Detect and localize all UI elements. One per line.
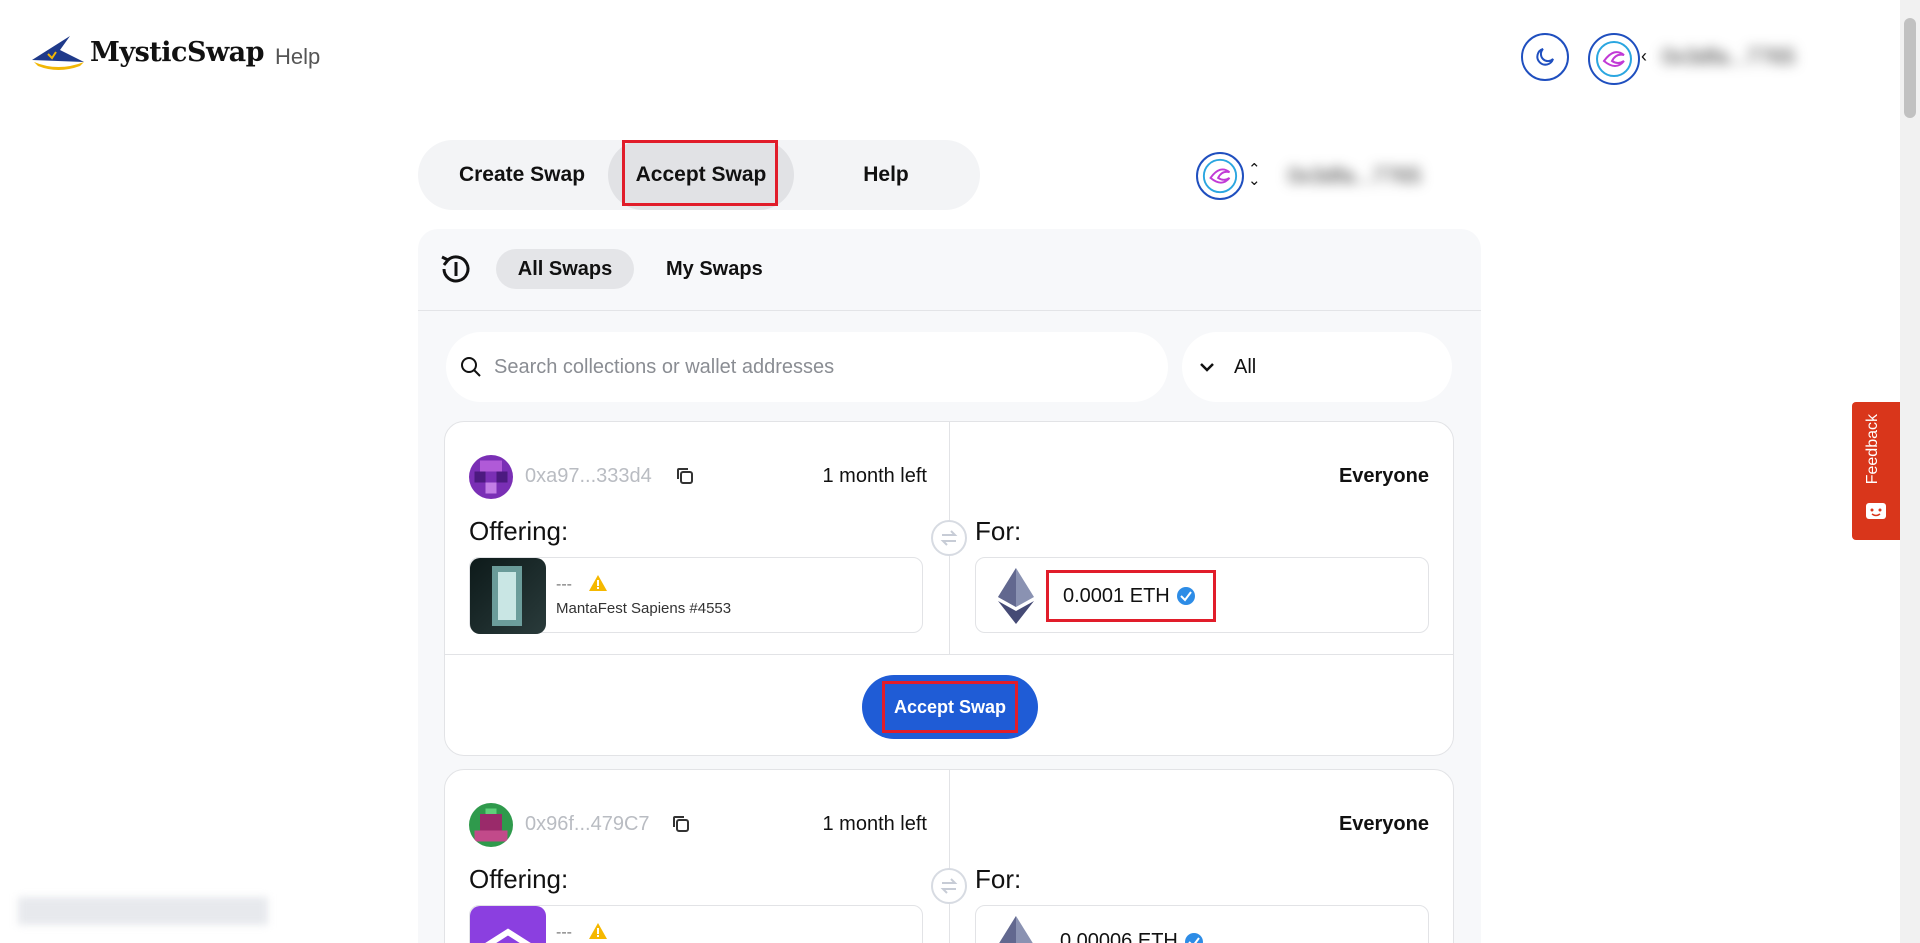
swaps-subbar: All Swaps My Swaps	[418, 229, 1481, 311]
accept-swap-button[interactable]: Accept Swap	[862, 675, 1038, 739]
scrollbar[interactable]	[1900, 0, 1920, 943]
theme-toggle-button[interactable]	[1521, 33, 1569, 81]
nft-thumbnail	[470, 558, 546, 634]
ethereum-icon	[999, 916, 1033, 943]
filter-value: All	[1234, 355, 1257, 378]
nft-name: MantaFest Sapiens #4553	[556, 600, 732, 617]
tab-help[interactable]: Help	[806, 140, 966, 210]
warning-icon	[589, 575, 607, 591]
swap-audience: Everyone	[1338, 813, 1429, 835]
divider	[949, 770, 950, 943]
highlight-box	[622, 140, 778, 206]
swap-card: 0x96f...479C7 1 month left Everyone Offe…	[444, 769, 1454, 943]
requested-token: 0.00006 ETH	[975, 905, 1429, 943]
tab-accept-swap[interactable]: Accept Swap	[608, 140, 794, 210]
feedback-button[interactable]: Feedback	[1852, 402, 1900, 540]
for-label: For:	[975, 864, 1022, 894]
swap-arrows-icon	[931, 520, 967, 556]
chain-selector[interactable]	[1196, 152, 1244, 200]
history-icon[interactable]	[438, 251, 474, 287]
status-bar	[18, 897, 268, 925]
page: MysticSwap Help ‹ 0x3dfa...7765 Create S…	[0, 0, 1920, 943]
search-icon	[461, 357, 481, 377]
main-tabs: Create Swap Accept Swap Help	[418, 140, 980, 210]
copy-icon[interactable]	[671, 814, 691, 834]
highlight-box	[882, 681, 1018, 733]
nft-thumbnail	[470, 906, 546, 943]
copy-icon[interactable]	[675, 466, 695, 486]
offerer-address[interactable]: 0x96f...479C7	[525, 813, 650, 836]
avatar	[469, 455, 513, 499]
nft-collection-name: ---	[556, 576, 572, 593]
price-highlight: 0.0001 ETH	[1046, 570, 1216, 622]
time-left: 1 month left	[822, 465, 927, 487]
swap-audience: Everyone	[1338, 465, 1429, 487]
app-name: MysticSwap	[90, 36, 265, 68]
wizard-hat-icon	[32, 36, 84, 70]
chevron-updown-icon[interactable]: ⌃ ⌄	[1248, 162, 1261, 188]
feedback-label: Feedback	[1864, 414, 1881, 485]
verified-badge-icon	[1184, 932, 1203, 943]
network-logo-icon	[1596, 41, 1632, 77]
filter-select[interactable]: All	[1182, 332, 1452, 402]
subtab-my-swaps[interactable]: My Swaps	[666, 249, 763, 289]
offerer-address[interactable]: 0xa97...333d4	[525, 465, 652, 488]
price-value: 0.0001 ETH	[1063, 584, 1170, 607]
time-left: 1 month left	[822, 813, 927, 835]
offered-nft[interactable]: ---	[469, 905, 923, 943]
divider	[445, 654, 1453, 655]
chat-icon	[1866, 503, 1886, 519]
search-input[interactable]: Search collections or wallet addresses	[446, 332, 1168, 402]
logo[interactable]: MysticSwap	[30, 32, 265, 72]
subtab-all-swaps[interactable]: All Swaps	[496, 249, 634, 289]
chevron-down-icon	[1200, 363, 1214, 372]
chain-wallet-address: 0x3dfa...7765	[1288, 163, 1422, 188]
header-help-link[interactable]: Help	[275, 44, 320, 70]
search-placeholder: Search collections or wallet addresses	[494, 355, 835, 378]
ethereum-icon	[998, 568, 1034, 624]
scrollbar-thumb[interactable]	[1904, 18, 1916, 118]
price-value: 0.00006 ETH	[1060, 930, 1178, 943]
requested-token: 0.0001 ETH	[975, 557, 1429, 633]
network-avatar-button[interactable]	[1588, 33, 1640, 85]
for-label: For:	[975, 516, 1022, 546]
offering-label: Offering:	[469, 864, 569, 894]
swap-card: 0xa97...333d4 1 month left Everyone Offe…	[444, 421, 1454, 756]
warning-icon	[589, 923, 607, 939]
network-logo-icon	[1202, 158, 1238, 194]
verified-badge-icon	[1176, 587, 1195, 605]
swaps-panel: All Swaps My Swaps Search collections or…	[418, 229, 1481, 943]
nft-collection-name: ---	[556, 924, 572, 941]
offering-label: Offering:	[469, 516, 569, 546]
price-row: 0.00006 ETH	[1060, 930, 1204, 943]
wallet-address[interactable]: 0x3dfa...7765	[1662, 44, 1862, 70]
moon-icon	[1536, 48, 1554, 66]
chevron-left-icon[interactable]: ‹	[1641, 46, 1647, 67]
tab-create-swap[interactable]: Create Swap	[442, 140, 602, 210]
swap-arrows-icon	[931, 868, 967, 904]
offered-nft[interactable]: --- MantaFest Sapiens #4553	[469, 557, 923, 634]
avatar	[469, 803, 513, 847]
